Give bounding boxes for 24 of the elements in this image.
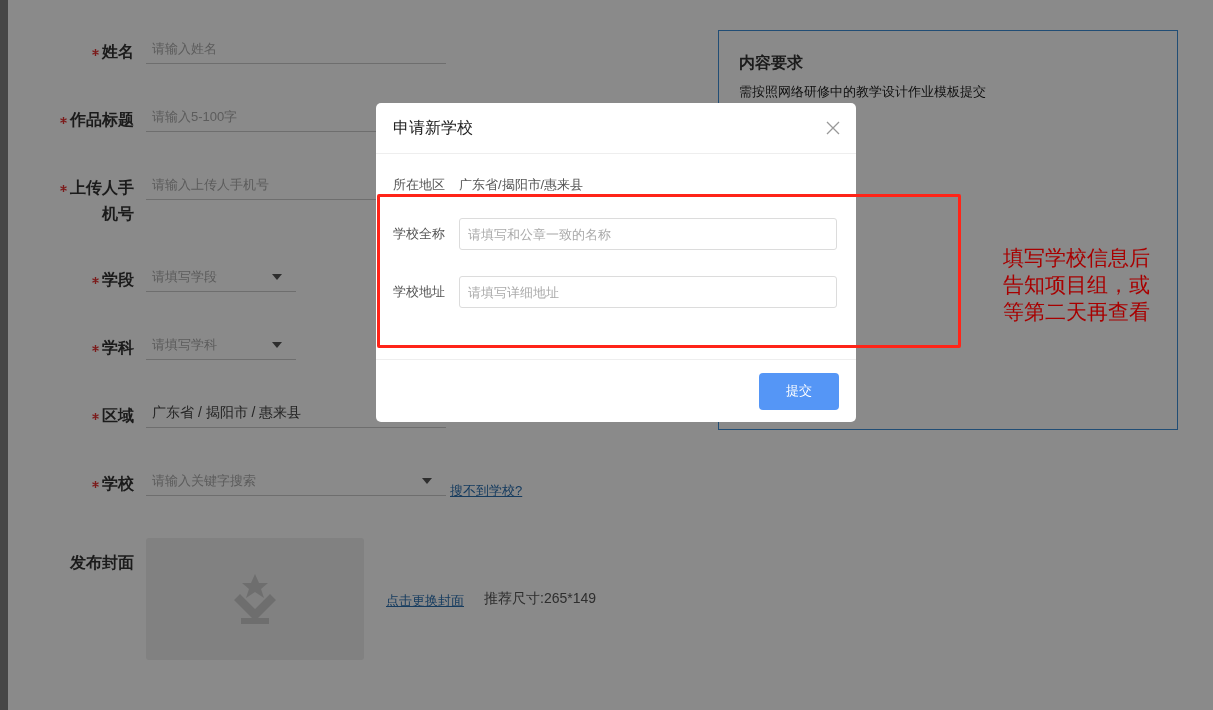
caret-icon — [272, 341, 282, 348]
field-label: 姓名 — [48, 34, 134, 65]
region-label: 所在地区 — [393, 176, 445, 194]
field-label: 上传人手机号 — [48, 170, 134, 227]
field-label: 发布封面 — [69, 553, 134, 573]
caret-icon — [272, 273, 282, 280]
submit-button[interactable]: 提交 — [759, 372, 839, 410]
field-label: 学校地址 — [393, 283, 445, 301]
panel-text: 需按照网络研修中的教学设计作业模板提交 — [739, 84, 987, 100]
field-label: 学科 — [48, 330, 134, 361]
field-label: 区域 — [48, 398, 134, 429]
annotation-text: 填写学校信息后告知项目组，或等第二天再查看 — [1003, 245, 1151, 325]
close-icon[interactable] — [826, 121, 840, 135]
field-label: 学校 — [48, 466, 134, 497]
caret-icon — [422, 477, 432, 484]
change-cover-link[interactable]: 点击更换封面 — [386, 592, 464, 610]
school-not-found-link[interactable]: 搜不到学校? — [450, 482, 523, 500]
input-field[interactable]: 请填写详细地址 — [459, 276, 837, 308]
panel-title: 内容要求 — [739, 53, 804, 73]
size-hint: 推荐尺寸:265*149 — [484, 590, 597, 608]
field-label: 作品标题 — [48, 102, 134, 133]
field-label: 学校全称 — [393, 225, 445, 243]
region-value: 广东省/揭阳市/惠来县 — [459, 176, 584, 194]
field-label: 学段 — [48, 262, 134, 293]
